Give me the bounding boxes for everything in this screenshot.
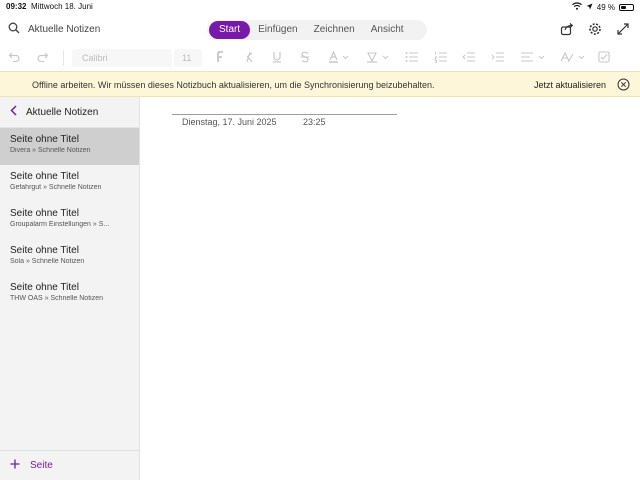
page-item-groupalarm[interactable]: Seite ohne Titel Groupalarm Einstellunge… — [0, 202, 139, 239]
styles-icon[interactable] — [560, 51, 586, 63]
location-arrow-icon — [586, 3, 593, 12]
page-location: Groupalarm Einstellungen » S... — [10, 221, 110, 228]
page-location: Gefahrgut » Schnelle Notizen — [10, 184, 102, 191]
checkbox-icon[interactable] — [598, 51, 610, 63]
numbering-icon[interactable] — [434, 51, 448, 63]
indent-icon[interactable] — [491, 51, 505, 63]
status-bar: 09:32 Mittwoch 18. Juni 49 % — [0, 0, 640, 14]
status-time: 09:32 — [6, 2, 27, 11]
note-time: 23:25 — [303, 117, 326, 127]
back-chevron-icon[interactable] — [10, 105, 18, 119]
outdent-icon[interactable] — [462, 51, 476, 63]
tab-zeichnen[interactable]: Zeichnen — [306, 21, 363, 39]
page-location: THW OAS » Schnelle Notizen — [10, 295, 103, 302]
page-title: Seite ohne Titel — [10, 208, 79, 219]
italic-icon[interactable] — [244, 51, 254, 63]
note-date: Dienstag, 17. Juni 2025 — [182, 117, 277, 127]
search-icon[interactable] — [8, 22, 20, 37]
tab-start[interactable]: Start — [209, 21, 251, 39]
battery-percent: 49 % — [596, 2, 615, 12]
page-location: Sola » Schnelle Notizen — [10, 258, 85, 265]
bullets-icon[interactable] — [405, 51, 419, 63]
tab-einfuegen[interactable]: Einfügen — [250, 21, 305, 39]
page-item-divera[interactable]: Seite ohne Titel Divera » Schnelle Notiz… — [0, 128, 139, 165]
search-scope-label: Aktuelle Notizen — [28, 24, 101, 35]
settings-gear-icon[interactable] — [588, 22, 602, 41]
status-indicators: 49 % — [571, 2, 634, 12]
toolbar-divider — [63, 50, 64, 66]
add-page-button[interactable]: Seite — [0, 450, 139, 480]
battery-icon — [619, 3, 634, 11]
sidebar-header: Aktuelle Notizen — [0, 97, 139, 128]
note-canvas[interactable]: Dienstag, 17. Juni 2025 23:25 — [141, 97, 640, 480]
highlight-icon[interactable] — [366, 51, 390, 63]
expand-icon[interactable] — [616, 22, 630, 41]
page-title: Seite ohne Titel — [10, 245, 79, 256]
wifi-icon — [571, 2, 582, 12]
strikethrough-icon[interactable] — [300, 51, 310, 63]
status-date: Mittwoch 18. Juni — [31, 2, 93, 11]
plus-icon — [10, 459, 20, 472]
header-actions — [560, 22, 630, 41]
page-list-sidebar: Aktuelle Notizen Seite ohne Titel Divera… — [0, 97, 140, 480]
app-header: Aktuelle Notizen Start Einfügen Zeichnen… — [0, 14, 640, 46]
undo-icon[interactable] — [8, 51, 21, 63]
font-color-icon[interactable] — [328, 51, 350, 63]
font-size-field[interactable]: 11 — [174, 49, 202, 67]
page-location: Divera » Schnelle Notizen — [10, 147, 91, 154]
add-page-label: Seite — [30, 460, 53, 471]
page-item-gefahrgut[interactable]: Seite ohne Titel Gefahrgut » Schnelle No… — [0, 165, 139, 202]
banner-message: Offline arbeiten. Wir müssen dieses Noti… — [32, 80, 435, 90]
page-title: Seite ohne Titel — [10, 134, 79, 145]
tab-ansicht[interactable]: Ansicht — [363, 21, 412, 39]
close-banner-icon[interactable] — [617, 78, 630, 96]
title-underline — [172, 114, 397, 115]
page-item-thw-oas[interactable]: Seite ohne Titel THW OAS » Schnelle Noti… — [0, 276, 139, 313]
update-now-link[interactable]: Jetzt aktualisieren — [534, 80, 606, 90]
ribbon-tabs: Start Einfügen Zeichnen Ansicht — [207, 20, 427, 40]
page-item-sola[interactable]: Seite ohne Titel Sola » Schnelle Notizen — [0, 239, 139, 276]
sidebar-title: Aktuelle Notizen — [26, 106, 99, 118]
align-icon[interactable] — [520, 51, 546, 63]
underline-icon[interactable] — [272, 51, 282, 63]
bold-icon[interactable] — [216, 51, 226, 63]
search-bar[interactable]: Aktuelle Notizen — [8, 22, 100, 37]
page-title: Seite ohne Titel — [10, 282, 79, 293]
page-title: Seite ohne Titel — [10, 171, 79, 182]
font-name-field[interactable]: Calibri — [72, 49, 172, 67]
share-icon[interactable] — [560, 22, 574, 41]
offline-banner: Offline arbeiten. Wir müssen dieses Noti… — [0, 71, 640, 97]
redo-icon[interactable] — [36, 51, 49, 63]
formatting-toolbar: Calibri 11 — [0, 46, 640, 70]
